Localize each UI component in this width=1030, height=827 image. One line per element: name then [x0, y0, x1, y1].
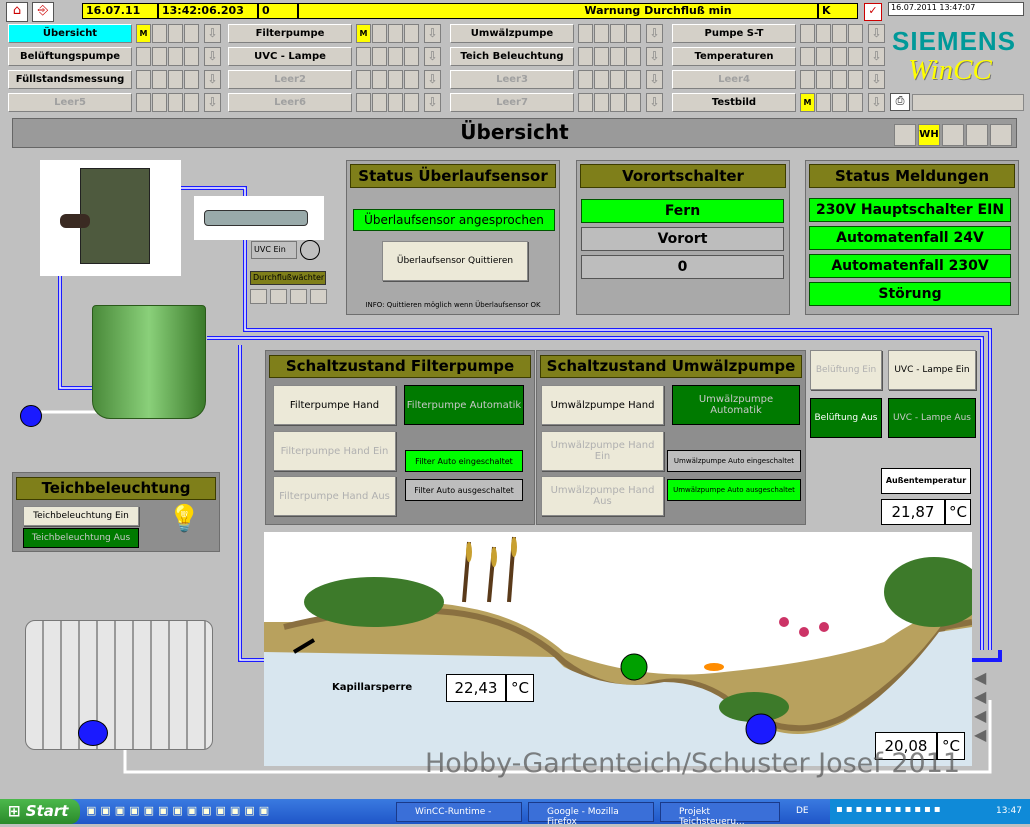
flow-slot-4 [310, 289, 327, 304]
capillary-temp-value: 22,43 [446, 674, 506, 702]
pump-hand-button[interactable]: Umwälzpumpe Hand [541, 385, 664, 425]
filter-image [40, 160, 181, 276]
filter-hand-aus-button[interactable]: Filterpumpe Hand Aus [273, 476, 396, 516]
local-value: 0 [581, 255, 784, 279]
outside-temp-value: 21,87 [881, 499, 945, 525]
messages-title: Status Meldungen [809, 164, 1015, 188]
task-firefox-label: Google - Mozilla Firefox [547, 807, 619, 827]
pump-state-title: Schaltzustand Umwälzpumpe [540, 355, 802, 378]
language-indicator[interactable]: DE [796, 806, 809, 816]
outside-temp-label: Außentemperatur [881, 468, 971, 494]
overflow-info: INFO: Quittieren möglich wenn Überlaufse… [365, 301, 541, 309]
flow-slot-3 [290, 289, 307, 304]
task-projekt[interactable]: Projekt Teichsteueru... [660, 802, 780, 827]
capillary-temp-unit: °C [506, 674, 534, 702]
bottom-toolbar [0, 786, 1030, 798]
outside-temp-unit: °C [945, 499, 971, 525]
overflow-state: Überlaufsensor angesprochen [353, 209, 555, 231]
uvc-status-lamp [300, 240, 320, 260]
flow-sensor-label: Durchflußwächter [250, 271, 326, 285]
tank-pump-icon [78, 720, 108, 746]
start-button[interactable]: ⊞ Start [0, 799, 80, 824]
filter-pipe [60, 214, 90, 228]
flow-slot-2 [270, 289, 287, 304]
uvc-lamp-body [204, 210, 308, 226]
bucket-icon [92, 305, 206, 419]
bucket-pump-icon [20, 405, 42, 427]
pump-auto-button[interactable]: Umwälzpumpe Automatik [672, 385, 800, 425]
uvc-lamp-image [194, 196, 324, 240]
start-label: Start [25, 802, 69, 820]
filter-hand-button[interactable]: Filterpumpe Hand [273, 385, 396, 425]
pond-illustration [264, 536, 972, 766]
message-stoerung: Störung [809, 282, 1011, 306]
local-fern: Fern [581, 199, 784, 223]
message-24v: Automatenfall 24V [809, 226, 1011, 250]
capillary-label: Kapillarsperre [332, 682, 413, 693]
overflow-title: Status Überlaufsensor [350, 164, 556, 188]
rain-tank [25, 620, 213, 750]
task-projekt-label: Projekt Teichsteueru... [679, 807, 745, 827]
filter-box [80, 168, 150, 264]
task-wincc[interactable]: WinCC-Runtime - [396, 802, 522, 822]
pond-scene [264, 532, 972, 766]
level-arrows: ◀ ◀ ◀ ◀ [974, 668, 987, 744]
overflow-ack-button[interactable]: Überlaufsensor Quittieren [382, 241, 528, 281]
local-title: Vorortschalter [580, 164, 786, 188]
message-230v: Automatenfall 230V [809, 254, 1011, 278]
filter-hand-ein-button[interactable]: Filterpumpe Hand Ein [273, 431, 396, 471]
local-vorort: Vorort [581, 227, 784, 251]
light-title: Teichbeleuchtung [16, 477, 216, 500]
filter-auto-button[interactable]: Filterpumpe Automatik [404, 385, 524, 425]
clock: 13:47 [996, 806, 1022, 816]
pump-auto-on-status: Umwälzpumpe Auto eingeschaltet [667, 450, 801, 472]
light-bulb-icon: 💡 [168, 504, 201, 534]
filter-state-title: Schaltzustand Filterpumpe [269, 355, 531, 378]
uvc-ein-button[interactable]: UVC - Lampe Ein [888, 350, 976, 390]
air-ein-button[interactable]: Belüftung Ein [810, 350, 882, 390]
task-firefox[interactable]: Google - Mozilla Firefox [528, 802, 654, 827]
light-ein-button[interactable]: Teichbeleuchtung Ein [23, 506, 139, 526]
pump-hand-aus-button[interactable]: Umwälzpumpe Hand Aus [541, 476, 664, 516]
message-main-switch: 230V Hauptschalter EIN [809, 198, 1011, 222]
uvc-aus-button[interactable]: UVC - Lampe Aus [888, 398, 976, 438]
task-wincc-label: WinCC-Runtime - [415, 807, 492, 817]
pump-auto-off-status: Umwälzpumpe Auto ausgeschaltet [667, 479, 801, 501]
filter-auto-off-status: Filter Auto ausgeschaltet [405, 479, 523, 501]
air-aus-button[interactable]: Belüftung Aus [810, 398, 882, 438]
pump-hand-ein-button[interactable]: Umwälzpumpe Hand Ein [541, 431, 664, 471]
windows-icon: ⊞ [8, 802, 26, 820]
quicklaunch-icons[interactable]: ▣▣▣▣▣▣▣▣▣▣▣▣▣ [86, 804, 386, 820]
light-aus-button[interactable]: Teichbeleuchtung Aus [23, 528, 139, 548]
filter-auto-on-status: Filter Auto eingeschaltet [405, 450, 523, 472]
flow-slot-1 [250, 289, 267, 304]
uvc-ein-label: UVC Ein [251, 241, 297, 259]
watermark: Hobby-Gartenteich/Schuster Josef 2011 [425, 748, 961, 779]
tray-icons[interactable]: ▪▪▪▪▪▪▪▪▪▪▪ [836, 804, 944, 815]
